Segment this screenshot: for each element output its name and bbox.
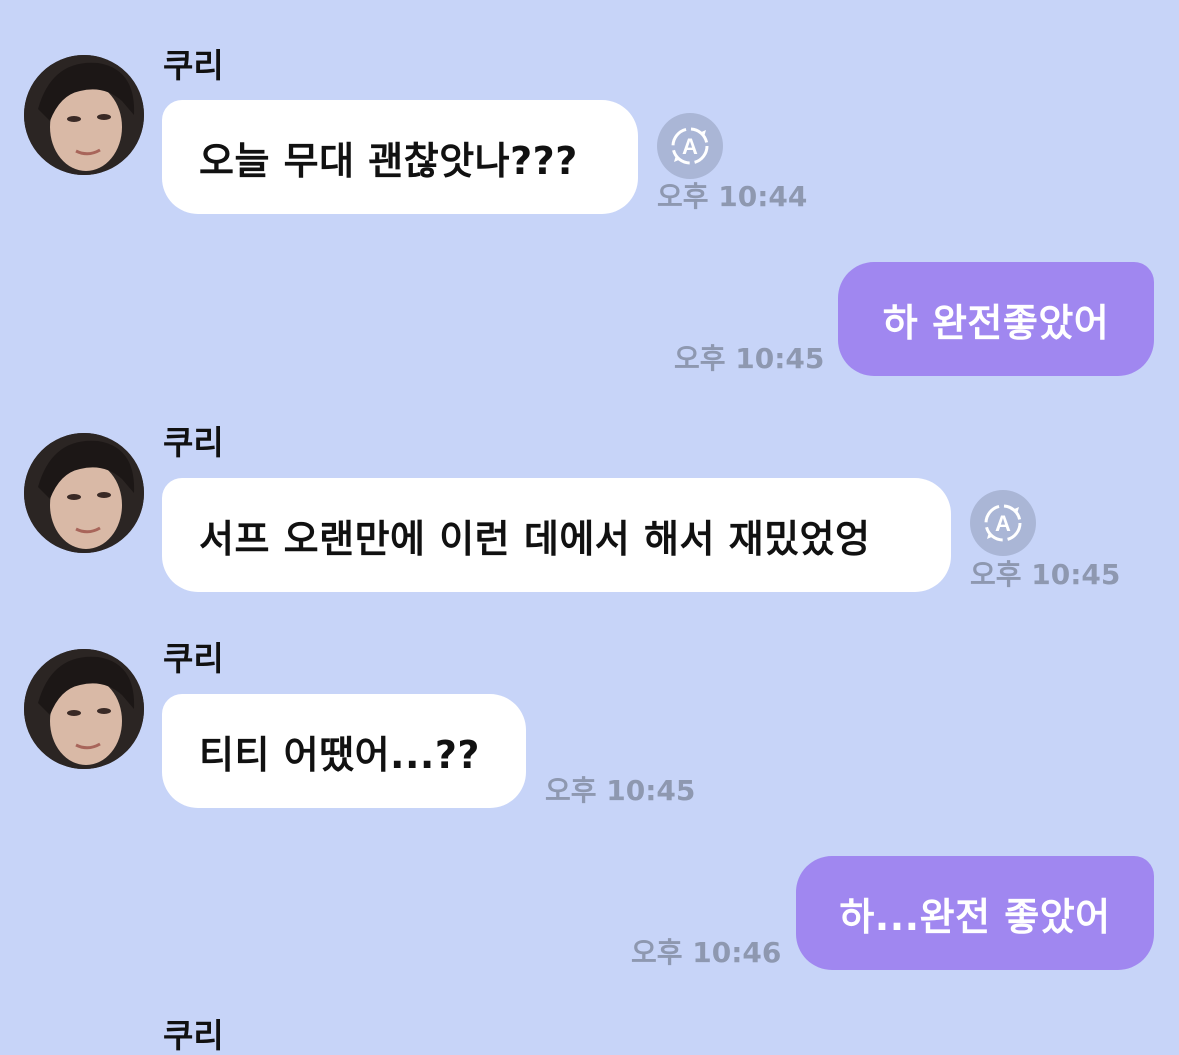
message-timestamp: 오후 10:44 xyxy=(657,180,808,213)
translate-icon[interactable]: A xyxy=(657,113,723,179)
avatar-photo-icon xyxy=(24,649,144,769)
avatar[interactable] xyxy=(24,55,144,175)
svg-text:A: A xyxy=(995,511,1011,536)
message-bubble[interactable]: 서프 오랜만에 이런 데에서 해서 재밌었엉 xyxy=(162,478,951,592)
message-bubble[interactable]: 하 완전좋았어 xyxy=(838,262,1154,376)
sender-name: 쿠리 xyxy=(163,639,224,678)
message-bubble[interactable]: 오늘 무대 괜찮앗나??? xyxy=(162,100,638,214)
translate-icon[interactable]: A xyxy=(970,490,1036,556)
avatar-photo-icon xyxy=(24,433,144,553)
avatar[interactable] xyxy=(24,433,144,553)
message-bubble[interactable]: 티티 어땠어...?? xyxy=(162,694,526,808)
message-timestamp: 오후 10:46 xyxy=(631,936,782,969)
svg-text:A: A xyxy=(682,134,698,159)
message-timestamp: 오후 10:45 xyxy=(970,558,1121,591)
message-timestamp: 오후 10:45 xyxy=(674,342,825,375)
sender-name: 쿠리 xyxy=(163,423,224,462)
sender-name: 쿠리 xyxy=(163,46,224,85)
sender-name: 쿠리 xyxy=(163,1016,224,1055)
avatar[interactable] xyxy=(24,649,144,769)
chat-area[interactable]: 쿠리 오늘 무대 괜찮앗나??? A 오후 10:44 오후 10:45 하 완… xyxy=(0,0,1179,1052)
message-timestamp: 오후 10:45 xyxy=(545,774,696,807)
avatar-photo-icon xyxy=(24,55,144,175)
message-bubble[interactable]: 하...완전 좋았어 xyxy=(796,856,1154,970)
